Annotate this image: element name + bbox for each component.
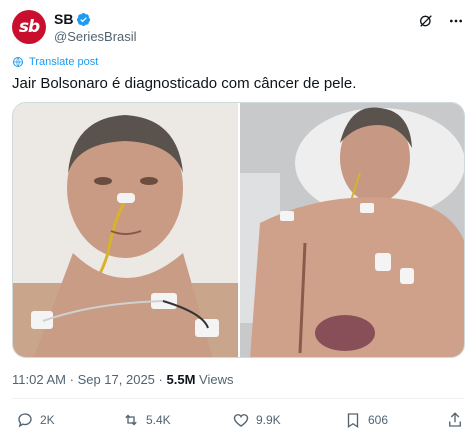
like-count: 9.9K (256, 413, 281, 427)
retweet-count: 5.4K (146, 413, 171, 427)
header-actions (418, 10, 464, 32)
tweet-header: sb SB @SeriesBrasil (12, 10, 464, 46)
photo-right[interactable] (239, 103, 464, 357)
divider (12, 398, 464, 399)
bookmark-icon (347, 413, 359, 429)
author-names: SB @SeriesBrasil (54, 10, 137, 44)
translate-label: Translate post (29, 56, 99, 68)
display-name-row: SB (54, 10, 137, 28)
more-icon[interactable] (448, 13, 464, 29)
handle[interactable]: @SeriesBrasil (54, 29, 137, 44)
reply-icon (18, 413, 32, 428)
share-icon (449, 412, 461, 427)
views-label: Views (199, 372, 234, 387)
tweet-meta: 11:02 AM · Sep 17, 2025 · 5.5M Views (12, 372, 234, 387)
photo-left-illustration (13, 103, 238, 357)
tweet-time[interactable]: 11:02 AM (12, 372, 66, 387)
avatar[interactable]: sb (12, 10, 46, 44)
verified-badge-icon (77, 12, 91, 26)
retweet-button[interactable]: 5.4K (122, 410, 171, 430)
avatar-logo-text: sb (18, 17, 40, 37)
translate-icon (13, 57, 23, 67)
bookmark-button[interactable]: 606 (344, 410, 388, 430)
tweet-text: Jair Bolsonaro é diagnosticado com cânce… (12, 75, 357, 92)
grok-icon[interactable] (418, 13, 434, 29)
action-bar: 2K 5.4K 9.9K 606 (12, 410, 464, 432)
reply-count: 2K (40, 413, 55, 427)
reply-button[interactable]: 2K (16, 410, 55, 430)
translate-post-link[interactable]: Translate post (12, 56, 98, 68)
display-name[interactable]: SB (54, 11, 73, 27)
tweet-date[interactable]: Sep 17, 2025 (78, 372, 155, 387)
meta-separator: · (69, 372, 74, 387)
share-button[interactable] (446, 410, 464, 430)
media-gallery (12, 102, 465, 358)
photo-right-illustration (239, 103, 464, 357)
like-button[interactable]: 9.9K (232, 410, 281, 430)
like-icon (233, 414, 249, 427)
views-count: 5.5M (166, 372, 196, 387)
retweet-icon (125, 414, 137, 426)
photo-left[interactable] (13, 103, 238, 357)
meta-separator: · (158, 372, 163, 387)
bookmark-count: 606 (368, 413, 389, 427)
